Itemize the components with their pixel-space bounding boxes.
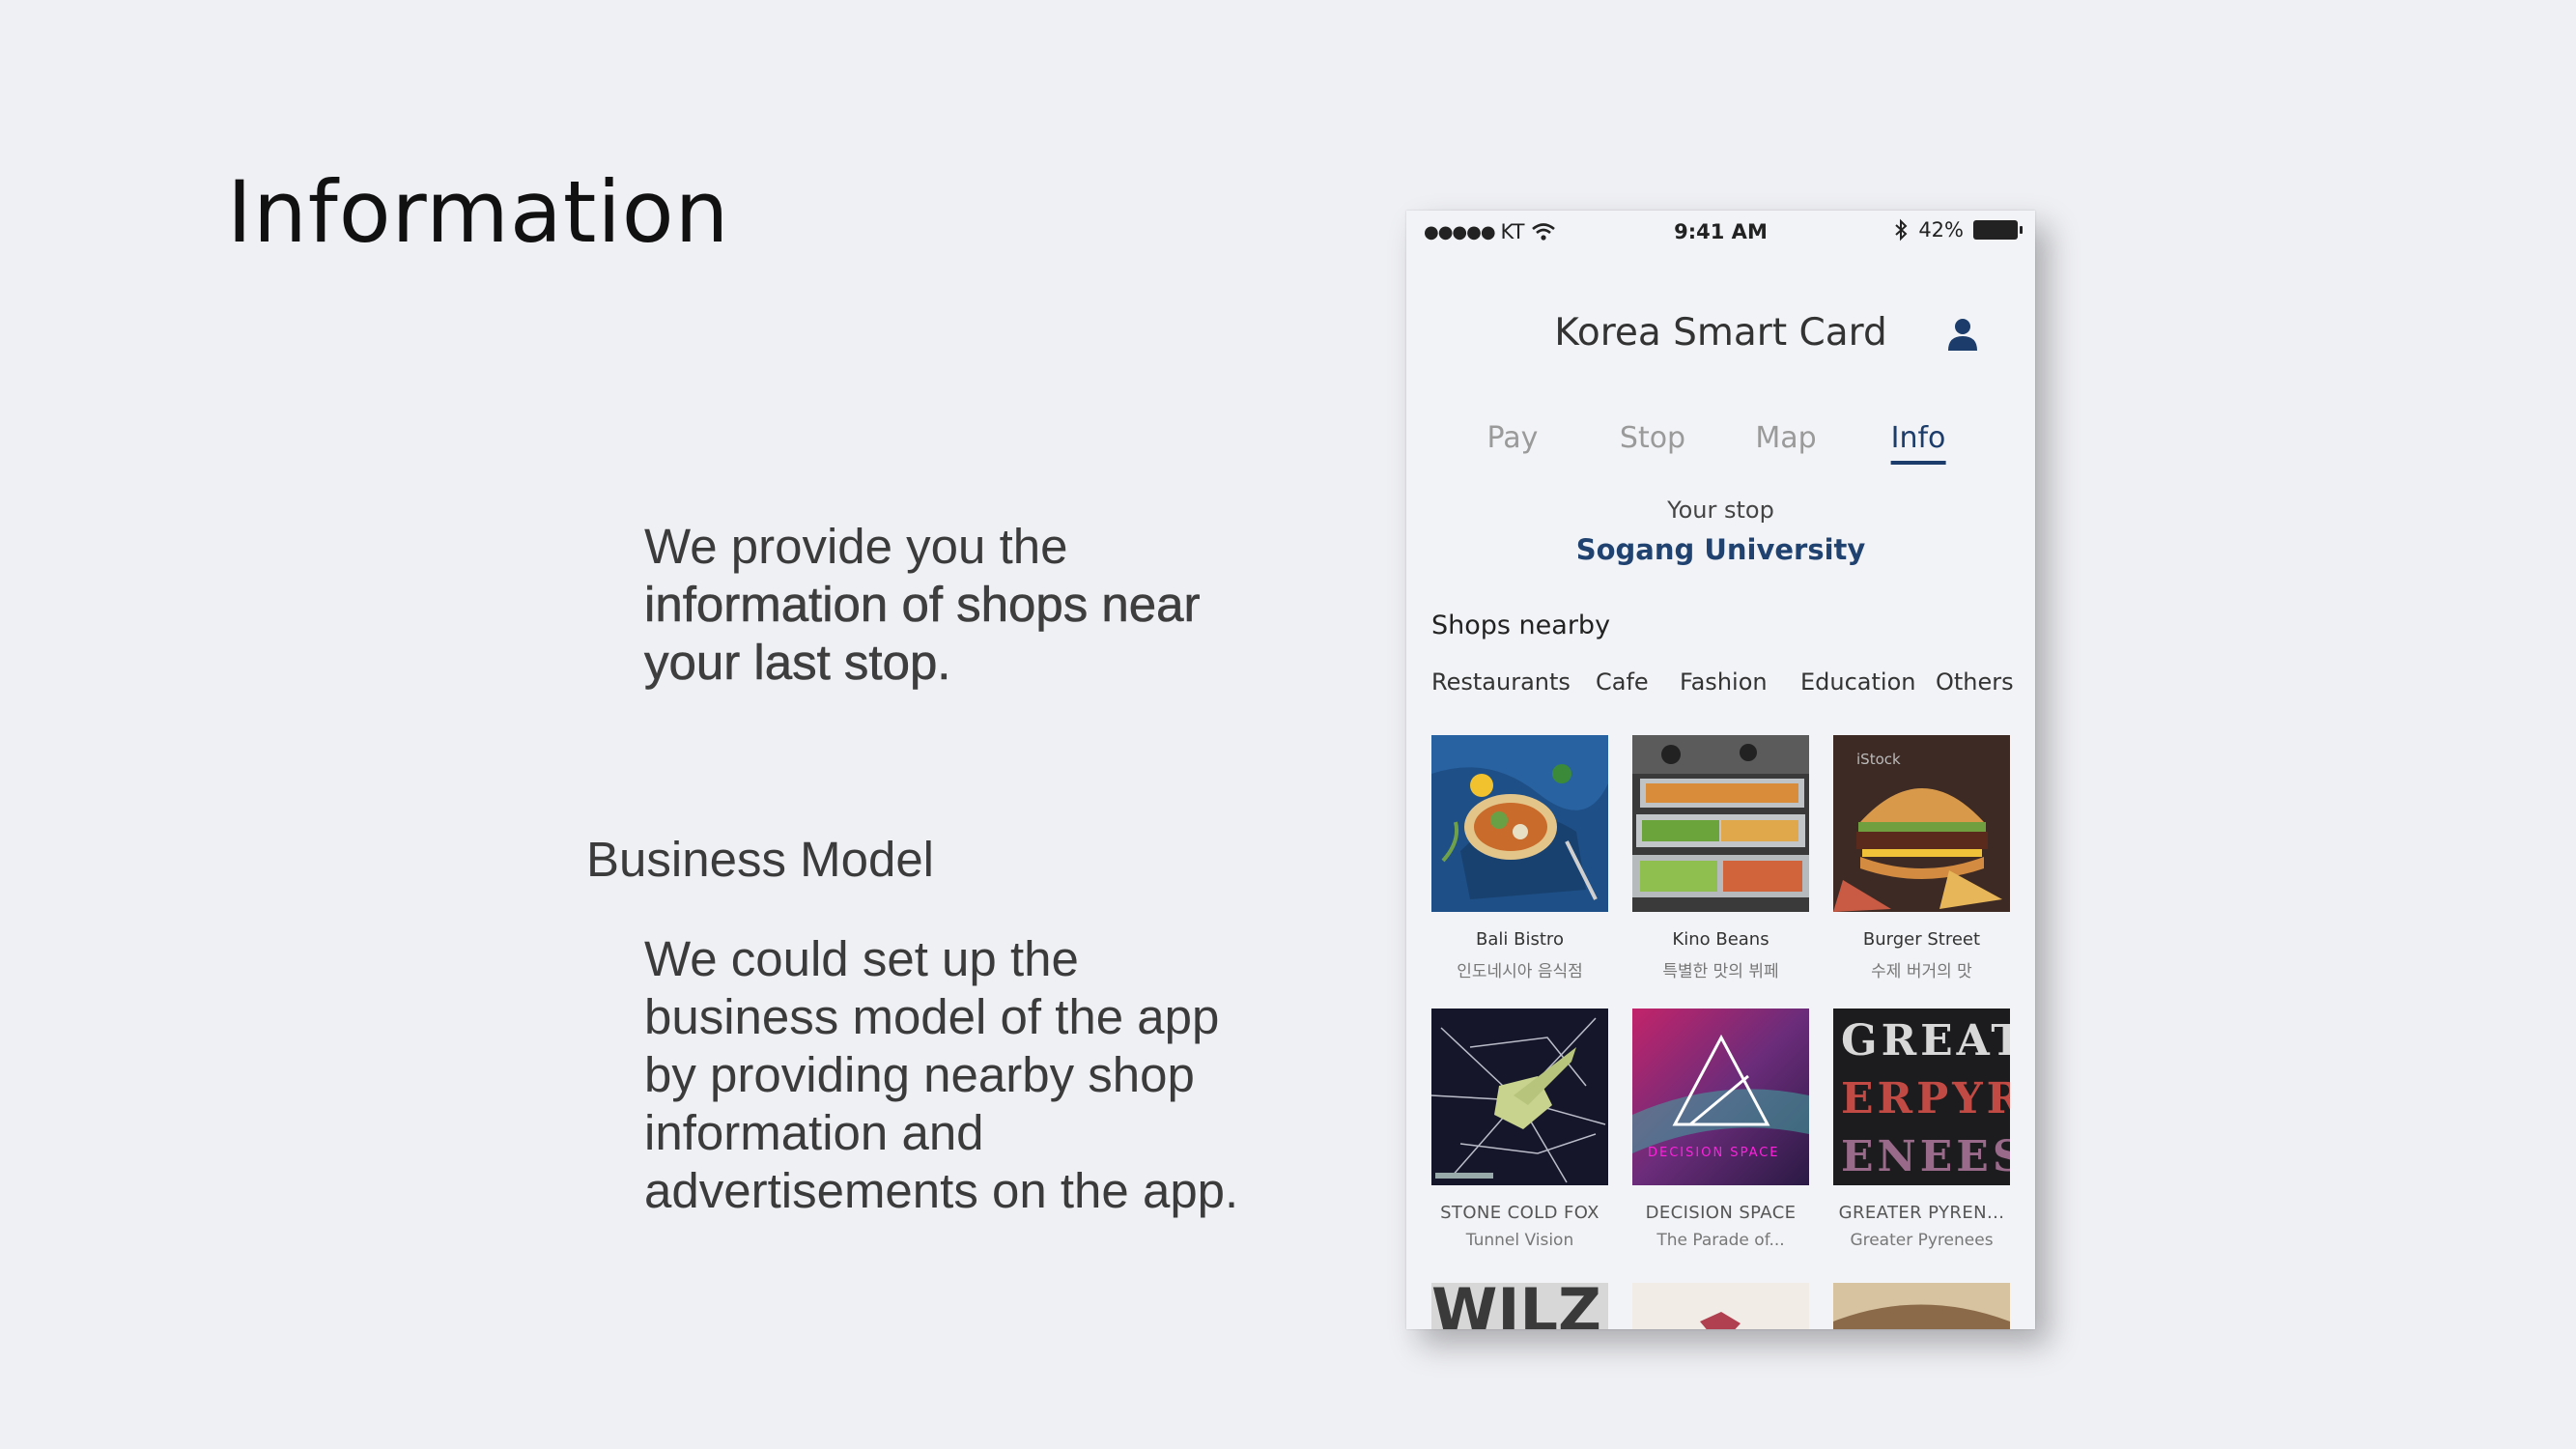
phone-mockup: ●●●●● KT 9:41 AM 42% Korea Smart Card Pa… — [1406, 211, 2035, 1329]
battery-icon — [1973, 220, 2023, 240]
category-fashion[interactable]: Fashion — [1680, 668, 1768, 696]
business-model-heading: Business Model — [586, 832, 935, 887]
shop-thumbnail — [1833, 1283, 2010, 1329]
bm-line-4: information and — [644, 1105, 984, 1160]
shop-thumbnail — [1431, 1009, 1608, 1185]
bm-line-2: business model of the app — [644, 989, 1220, 1044]
shop-thumbnail: iStock — [1833, 735, 2010, 912]
album-art-text: ENEES — [1841, 1132, 2010, 1181]
category-others[interactable]: Others — [1936, 668, 2014, 696]
tab-map[interactable]: Map — [1755, 421, 1816, 455]
shop-subtitle: 특별한 맛의 뷔페 — [1662, 962, 1779, 981]
shop-name: Burger Street — [1862, 929, 1981, 950]
intro-line-3: your last stop. — [644, 635, 951, 691]
category-education[interactable]: Education — [1800, 668, 1915, 696]
shop-card[interactable] — [1632, 1283, 1809, 1329]
battery-percent: 42% — [1918, 218, 1964, 242]
shop-card[interactable]: GREAT ERPYR ENEES GREATER PYREN... Great… — [1833, 1009, 2010, 1250]
album-title: GREATER PYREN... — [1838, 1203, 2005, 1223]
shop-name: Bali Bistro — [1476, 929, 1564, 950]
app-title: Korea Smart Card — [1554, 311, 1887, 355]
bm-line-1: We could set up the — [644, 931, 1079, 986]
album-artist: Tunnel Vision — [1465, 1231, 1574, 1250]
shop-thumbnail: GREAT ERPYR ENEES — [1833, 1009, 2010, 1185]
shop-subtitle: 인도네시아 음식점 — [1457, 962, 1583, 981]
business-model-paragraph: We could set up the business model of th… — [644, 930, 1262, 1220]
status-bar: ●●●●● KT 9:41 AM 42% — [1406, 211, 2035, 251]
bm-line-3: by providing nearby shop — [644, 1047, 1195, 1102]
category-restaurants[interactable]: Restaurants — [1431, 668, 1571, 696]
shop-card[interactable]: STONE COLD FOX Tunnel Vision — [1431, 1009, 1608, 1250]
bm-line-5: advertisements on the app. — [644, 1163, 1239, 1218]
tab-stop[interactable]: Stop — [1620, 421, 1685, 455]
shop-thumbnail — [1632, 735, 1809, 912]
shop-name: Kino Beans — [1672, 929, 1769, 950]
album-art-text: WILZ — [1431, 1283, 1601, 1329]
intro-line-1: We provide you the — [644, 519, 1068, 574]
category-cafe[interactable]: Cafe — [1596, 668, 1649, 696]
shop-thumbnail: DECISION SPACE — [1632, 1009, 1809, 1185]
tab-info[interactable]: Info — [1890, 421, 1946, 465]
category-filter: Restaurants Cafe Fashion Education Other… — [1406, 668, 2035, 701]
album-artist: The Parade of... — [1656, 1231, 1785, 1250]
album-title: DECISION SPACE — [1645, 1203, 1797, 1223]
shop-card[interactable]: WILZ — [1431, 1283, 1608, 1329]
shop-card[interactable]: Kino Beans 특별한 맛의 뷔페 — [1632, 735, 1809, 981]
tab-pay[interactable]: Pay — [1487, 421, 1539, 455]
shop-subtitle: 수제 버거의 맛 — [1871, 962, 1972, 981]
istock-watermark: iStock — [1856, 751, 1901, 768]
intro-paragraph: We provide you the information of shops … — [644, 518, 1243, 692]
shop-thumbnail — [1632, 1283, 1809, 1329]
album-art-text: GREAT — [1841, 1016, 2010, 1065]
album-art-text: ERPYR — [1841, 1074, 2010, 1123]
tab-bar: Pay Stop Map Info — [1406, 421, 2035, 469]
album-artist: Greater Pyrenees — [1850, 1231, 1994, 1250]
profile-icon[interactable] — [1947, 317, 1978, 352]
shops-nearby-heading: Shops nearby — [1431, 611, 1611, 640]
stop-label: Your stop — [1667, 497, 1774, 524]
shop-card[interactable] — [1833, 1283, 2010, 1329]
shop-card[interactable]: DECISION SPACE DECISION SPACE The Parade… — [1632, 1009, 1809, 1250]
slide-title: Information — [227, 162, 730, 262]
shop-card[interactable]: Bali Bistro 인도네시아 음식점 — [1431, 735, 1608, 981]
album-title: STONE COLD FOX — [1440, 1203, 1599, 1223]
album-art-text: DECISION SPACE — [1648, 1146, 1780, 1160]
stop-name: Sogang University — [1575, 533, 1866, 566]
bluetooth-icon — [1895, 218, 1908, 242]
shop-thumbnail: WILZ — [1431, 1283, 1608, 1329]
shop-card[interactable]: iStock Burger Street 수제 버거의 맛 — [1833, 735, 2010, 981]
shop-thumbnail — [1431, 735, 1608, 912]
intro-line-2: information of shops near — [644, 577, 1201, 633]
